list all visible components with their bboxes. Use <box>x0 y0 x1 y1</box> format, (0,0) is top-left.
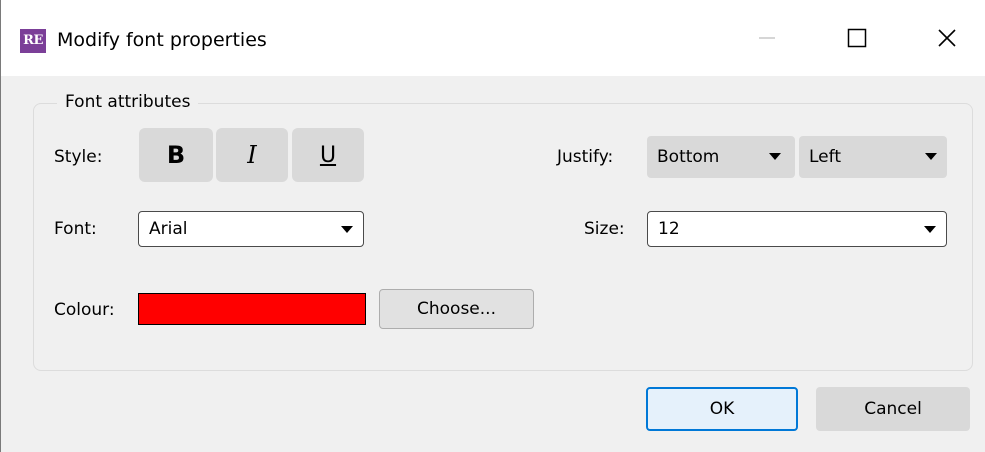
cancel-button[interactable]: Cancel <box>816 387 970 431</box>
close-icon <box>938 29 956 47</box>
font-label: Font: <box>54 219 97 239</box>
justify-horizontal-select[interactable]: Left <box>799 136 947 178</box>
italic-icon: I <box>247 141 257 169</box>
window-title: Modify font properties <box>57 29 267 51</box>
app-icon: RE <box>20 29 46 53</box>
chevron-down-icon <box>924 226 936 233</box>
justify-vertical-value: Bottom <box>657 147 720 167</box>
group-legend: Font attributes <box>57 90 199 114</box>
underline-icon: U <box>319 142 337 168</box>
justify-vertical-select[interactable]: Bottom <box>647 136 795 178</box>
minimize-button[interactable] <box>739 16 795 60</box>
size-label: Size: <box>584 219 625 239</box>
chevron-down-icon <box>769 153 781 160</box>
maximize-button[interactable] <box>829 16 885 60</box>
chevron-down-icon <box>341 226 353 233</box>
title-bar[interactable]: RE Modify font properties <box>1 0 985 76</box>
minimize-icon <box>759 37 775 39</box>
justify-label: Justify: <box>557 147 614 167</box>
size-value: 12 <box>658 219 680 239</box>
size-select[interactable]: 12 <box>647 211 947 247</box>
colour-label: Colour: <box>54 300 115 320</box>
maximize-icon <box>847 28 867 48</box>
font-select[interactable]: Arial <box>138 211 364 247</box>
italic-button[interactable]: I <box>216 128 288 182</box>
bold-icon: B <box>166 141 186 169</box>
justify-horizontal-value: Left <box>809 147 841 167</box>
font-value: Arial <box>149 219 188 239</box>
choose-colour-button[interactable]: Choose... <box>379 289 534 329</box>
underline-button[interactable]: U <box>292 128 364 182</box>
chevron-down-icon <box>925 153 937 160</box>
bold-button[interactable]: B <box>139 128 213 182</box>
style-label: Style: <box>54 147 103 167</box>
ok-button[interactable]: OK <box>646 387 798 431</box>
dialog-window: RE Modify font properties Font attribute… <box>0 0 985 452</box>
colour-swatch <box>138 293 366 325</box>
close-button[interactable] <box>919 16 975 60</box>
